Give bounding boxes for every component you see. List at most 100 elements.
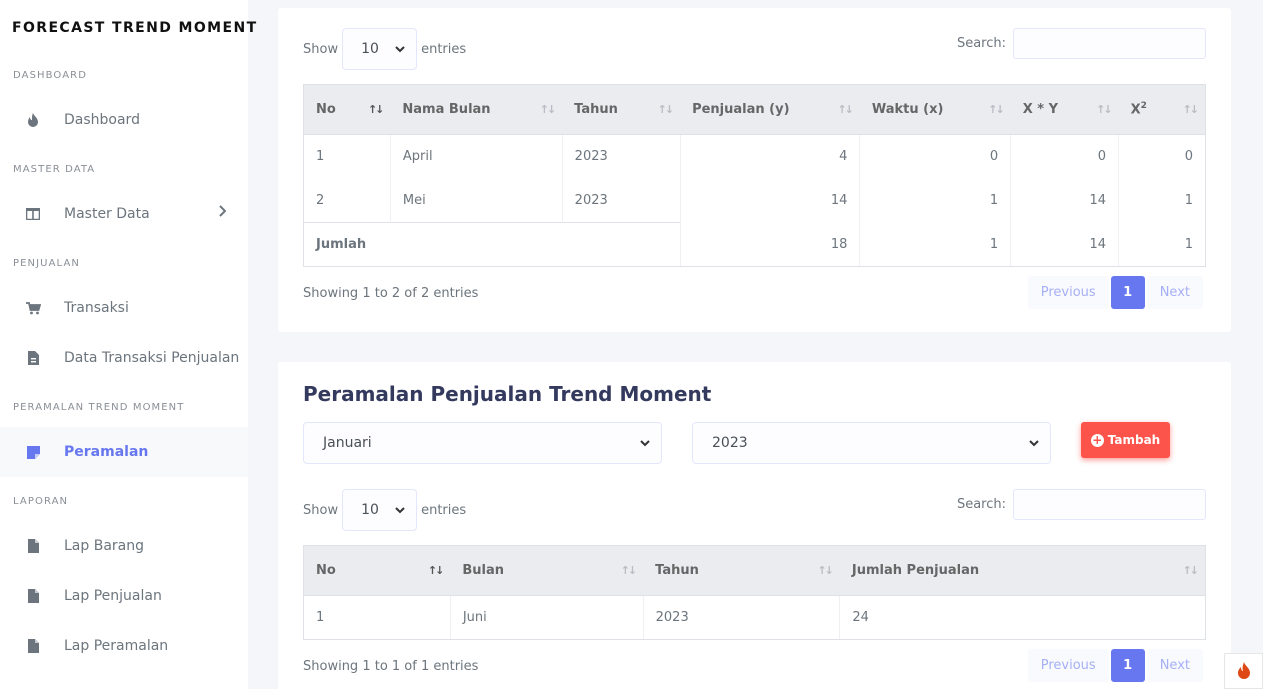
- year-select-value: 2023: [712, 435, 748, 451]
- entries-label: entries: [421, 41, 467, 57]
- pagination: Previous 1 Next: [1026, 276, 1203, 309]
- pagination: Previous 1 Next: [1026, 649, 1203, 682]
- sidebar-item-label: Peramalan: [64, 444, 149, 460]
- cell-xy: 14: [1010, 178, 1119, 223]
- page-button-1[interactable]: 1: [1110, 276, 1145, 309]
- month-select-value: Januari: [323, 435, 372, 451]
- previous-button[interactable]: Previous: [1027, 649, 1109, 682]
- section-label-laporan: LAPORAN: [13, 496, 69, 507]
- add-button[interactable]: + Tambah: [1081, 422, 1170, 458]
- sidebar-item-lap-penjualan[interactable]: Lap Penjualan: [0, 571, 248, 621]
- sidebar-item-master-data[interactable]: Master Data: [0, 189, 248, 239]
- column-header-bulan[interactable]: Bulan ↑↓: [450, 545, 644, 596]
- sidebar-item-label: Dashboard: [64, 112, 140, 128]
- chevron-down-icon: [1028, 437, 1040, 453]
- entries-select-value: 10: [361, 502, 379, 518]
- total-label: Jumlah: [303, 222, 681, 267]
- sort-icon: ↑↓: [817, 564, 834, 577]
- fire-icon: [25, 112, 41, 128]
- column-header-tahun[interactable]: Tahun ↑↓: [562, 84, 681, 135]
- sidebar-item-label: Lap Penjualan: [64, 588, 162, 604]
- sidebar-item-lap-barang[interactable]: Lap Barang: [0, 521, 248, 571]
- table-row: 1 Juni 2023 24: [303, 595, 1206, 640]
- column-header-xy[interactable]: X * Y ↑↓: [1010, 84, 1119, 135]
- year-select[interactable]: 2023: [692, 422, 1051, 464]
- show-label: Show: [303, 502, 339, 518]
- page-button-1[interactable]: 1: [1110, 649, 1145, 682]
- sidebar-item-transaksi[interactable]: Transaksi: [0, 283, 248, 333]
- cell-x-squared: 1: [1118, 178, 1206, 223]
- entries-select-value: 10: [361, 41, 379, 57]
- sticky-note-icon: [25, 444, 41, 460]
- column-header-no[interactable]: No ↑↓: [303, 84, 391, 135]
- total-penjualan: 18: [679, 222, 860, 267]
- cell-waktu: 0: [859, 134, 1011, 179]
- sort-icon: ↑↓: [539, 103, 557, 116]
- sidebar-item-lap-peramalan[interactable]: Lap Peramalan: [0, 621, 248, 671]
- column-header-waktu[interactable]: Waktu (x) ↑↓: [859, 84, 1011, 135]
- cell-bulan: Juni: [449, 595, 644, 640]
- cell-bulan: Mei: [389, 178, 563, 223]
- column-header-no[interactable]: No ↑↓: [303, 545, 451, 596]
- sidebar-item-label: Lap Barang: [64, 538, 144, 554]
- table-info: Showing 1 to 1 of 1 entries: [303, 659, 479, 674]
- search-input[interactable]: [1013, 489, 1206, 520]
- entries-length-control: Show 10 entries: [303, 489, 466, 531]
- sidebar-item-peramalan[interactable]: Peramalan: [0, 427, 248, 477]
- cell-no: 2: [303, 178, 391, 223]
- cell-tahun: 2023: [642, 595, 840, 640]
- cell-penjualan: 14: [679, 178, 860, 223]
- sort-icon: ↑↓: [1182, 103, 1200, 116]
- sidebar-item-data-transaksi[interactable]: Data Transaksi Penjualan: [0, 333, 248, 383]
- sort-icon: ↑↓: [1096, 103, 1113, 116]
- next-button[interactable]: Next: [1146, 649, 1203, 682]
- table-header-row: No ↑↓ Bulan ↑↓ Tahun ↑↓ Jumlah Penjualan ↑↓: [303, 545, 1206, 596]
- forecast-table: No ↑↓ Bulan ↑↓ Tahun ↑↓ Jumlah Penjualan ↑↓ …: [303, 545, 1206, 640]
- section-label-dashboard: DASHBOARD: [13, 70, 88, 81]
- brand-title[interactable]: FORECAST TREND MOMENT: [12, 20, 258, 36]
- column-header-x-squared[interactable]: X2 ↑↓: [1118, 84, 1206, 135]
- month-select[interactable]: Januari: [303, 422, 662, 464]
- chevron-right-icon: [218, 205, 227, 221]
- sidebar-item-dashboard[interactable]: Dashboard: [0, 95, 248, 145]
- file-icon: [25, 588, 41, 604]
- table-row: 1 April 2023 4 0 0 0: [303, 134, 1206, 179]
- search-control: Search:: [957, 28, 1206, 59]
- column-header-tahun[interactable]: Tahun ↑↓: [643, 545, 840, 596]
- total-waktu: 1: [859, 222, 1011, 267]
- chevron-down-icon: [639, 437, 651, 453]
- sidebar-item-label: Lap Peramalan: [64, 638, 169, 654]
- total-xy: 14: [1010, 222, 1119, 267]
- section-label-master-data: MASTER DATA: [13, 164, 96, 175]
- trend-moment-card: Show 10 entries Search: No ↑↓ Nama Bulan ↑…: [278, 8, 1231, 332]
- cell-no: 1: [303, 595, 451, 640]
- file-icon: [25, 638, 41, 654]
- previous-button[interactable]: Previous: [1027, 276, 1109, 309]
- cell-no: 1: [303, 134, 391, 179]
- sidebar-item-label: Transaksi: [64, 300, 129, 316]
- entries-select[interactable]: 10: [342, 28, 418, 70]
- column-header-jumlah-penjualan[interactable]: Jumlah Penjualan ↑↓: [839, 545, 1206, 596]
- next-button[interactable]: Next: [1146, 276, 1203, 309]
- sort-icon: ↑↓: [620, 564, 638, 577]
- search-input[interactable]: [1013, 28, 1206, 59]
- search-label: Search:: [956, 36, 1006, 51]
- section-label-peramalan: PERAMALAN TREND MOMENT: [13, 402, 185, 413]
- add-button-label: Tambah: [1107, 433, 1161, 447]
- entries-length-control: Show 10 entries: [303, 28, 466, 70]
- codeigniter-flame-icon[interactable]: [1224, 653, 1263, 689]
- column-header-penjualan[interactable]: Penjualan (y) ↑↓: [680, 84, 860, 135]
- cell-tahun: 2023: [561, 134, 681, 179]
- cell-tahun: 2023: [561, 178, 681, 223]
- sidebar-item-label: Master Data: [64, 206, 150, 222]
- plus-circle-icon: +: [1090, 432, 1104, 447]
- total-x-squared: 1: [1118, 222, 1206, 267]
- cell-penjualan: 4: [679, 134, 860, 179]
- column-header-nama-bulan[interactable]: Nama Bulan ↑↓: [390, 84, 563, 135]
- cell-bulan: April: [389, 134, 563, 179]
- table-header-row: No ↑↓ Nama Bulan ↑↓ Tahun ↑↓ Penjualan (y) ↑…: [303, 84, 1206, 135]
- cell-x-squared: 0: [1118, 134, 1206, 179]
- entries-select[interactable]: 10: [342, 489, 418, 531]
- file-icon: [25, 538, 41, 554]
- table-total-row: Jumlah 18 1 14 1: [303, 222, 1206, 267]
